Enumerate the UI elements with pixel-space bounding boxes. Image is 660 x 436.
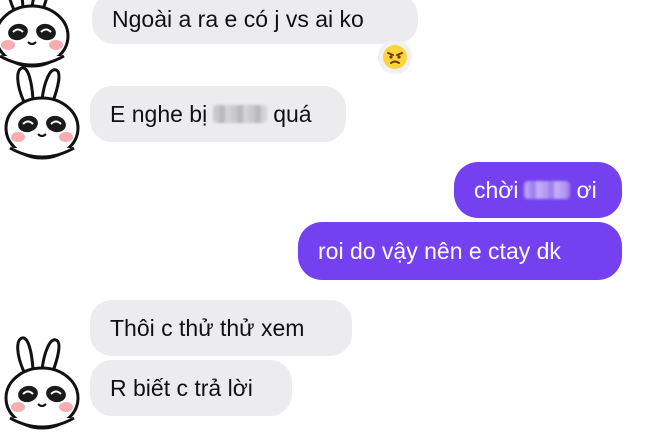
message-bubble-outgoing[interactable]: roi do vậy nên e ctay dk <box>298 222 622 280</box>
message-text-before: E nghe bị <box>110 100 208 127</box>
message-reaction[interactable] <box>378 40 412 74</box>
redacted-text <box>213 105 268 123</box>
message-bubble-incoming[interactable]: Thôi c thử thử xem <box>90 300 352 356</box>
redacted-text <box>524 181 571 199</box>
message-bubble-incoming[interactable]: E nghe bị quá <box>90 86 346 142</box>
message-text: roi do vậy nên e ctay dk <box>318 237 561 264</box>
message-bubble-incoming[interactable]: Ngoài a ra e có j vs ai ko <box>92 0 418 44</box>
panda-bunny-avatar-icon <box>4 336 80 430</box>
message-text: R biết c trả lời <box>110 374 253 401</box>
message-text: Ngoài a ra e có j vs ai ko <box>112 5 364 32</box>
angry-face-emoji-icon <box>383 45 407 69</box>
message-text-before: chời <box>474 176 519 203</box>
message-text: Thôi c thử thử xem <box>110 314 305 341</box>
message-text-after: quá <box>273 100 312 127</box>
panda-bunny-avatar-icon <box>4 66 80 160</box>
message-bubble-outgoing[interactable]: chời ơi <box>454 162 622 218</box>
message-text-after: ơi <box>576 176 597 203</box>
message-bubble-incoming[interactable]: R biết c trả lời <box>90 360 292 416</box>
